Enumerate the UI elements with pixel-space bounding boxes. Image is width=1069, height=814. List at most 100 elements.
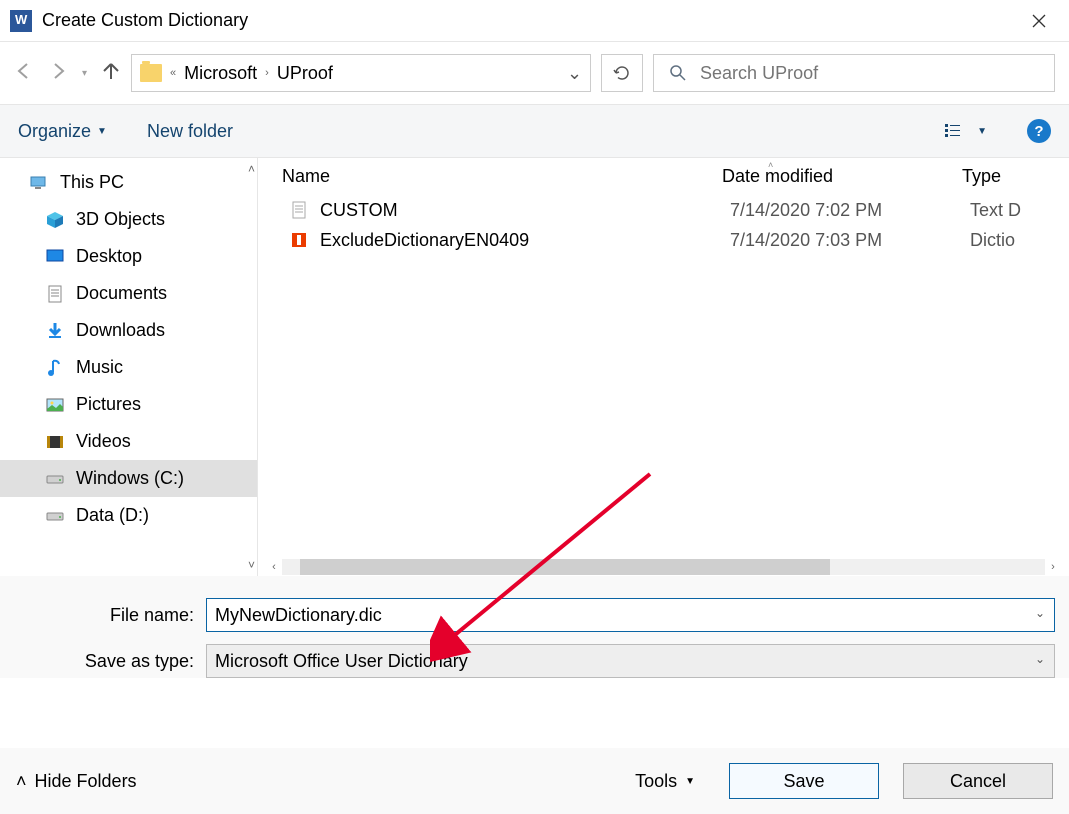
file-list[interactable]: ˄ Name Date modified Type CUSTOM7/14/202… <box>258 158 1069 576</box>
office-icon <box>288 229 310 251</box>
new-folder-button[interactable]: New folder <box>147 121 233 142</box>
text-icon <box>288 199 310 221</box>
save-button[interactable]: Save <box>729 763 879 799</box>
scroll-down-icon[interactable]: ˅ <box>248 558 255 572</box>
refresh-button[interactable] <box>601 54 643 92</box>
savetype-label: Save as type: <box>14 651 206 672</box>
chevron-down-icon[interactable]: ⌄ <box>1035 652 1045 666</box>
folder-icon <box>140 64 162 82</box>
cube-icon <box>44 210 66 230</box>
close-button[interactable] <box>1019 1 1059 41</box>
recent-dropdown[interactable]: ▾ <box>82 68 87 79</box>
drive-icon <box>44 506 66 526</box>
tree-item-videos[interactable]: Videos <box>0 423 257 460</box>
tree-item-label: Windows (C:) <box>76 468 184 489</box>
savetype-combo[interactable]: Microsoft Office User Dictionary <box>206 644 1055 678</box>
tools-label: Tools <box>635 771 677 792</box>
tree-item-label: Videos <box>76 431 131 452</box>
file-type: Dictio <box>970 230 1015 251</box>
pc-icon <box>28 173 50 193</box>
organize-menu[interactable]: Organize▼ <box>18 121 107 142</box>
scroll-up-icon[interactable]: ˄ <box>248 162 255 176</box>
save-form: File name: ⌄ Save as type: Microsoft Off… <box>0 576 1069 678</box>
tree-item-label: Data (D:) <box>76 505 149 526</box>
drive-icon <box>44 469 66 489</box>
file-name: ExcludeDictionaryEN0409 <box>320 230 730 251</box>
search-box[interactable] <box>653 54 1055 92</box>
sort-indicator-icon: ˄ <box>768 160 773 170</box>
chevron-down-icon: ▼ <box>977 126 987 137</box>
word-app-icon <box>10 10 32 32</box>
tree-item-documents[interactable]: Documents <box>0 275 257 312</box>
breadcrumb-parent[interactable]: Microsoft <box>184 63 257 84</box>
chevron-up-icon: ˄ <box>16 771 27 792</box>
hide-folders-button[interactable]: ˄ Hide Folders <box>16 771 137 792</box>
folder-tree[interactable]: ˄ This PC 3D Objects Desktop Documents Down… <box>0 158 258 576</box>
forward-button[interactable] <box>48 61 68 86</box>
filename-label: File name: <box>14 605 206 626</box>
file-name: CUSTOM <box>320 200 730 221</box>
breadcrumb[interactable]: « Microsoft › UProof ⌄ <box>131 54 591 92</box>
tree-item-3d-objects[interactable]: 3D Objects <box>0 201 257 238</box>
tree-item-data-d-[interactable]: Data (D:) <box>0 497 257 534</box>
chevron-left-icon: « <box>170 67 176 79</box>
titlebar: Create Custom Dictionary <box>0 0 1069 42</box>
column-name[interactable]: Name <box>282 166 722 187</box>
toolbar: Organize▼ New folder ▼ ? <box>0 104 1069 158</box>
scroll-left-icon[interactable]: ‹ <box>266 561 282 573</box>
video-icon <box>44 432 66 452</box>
breadcrumb-dropdown[interactable]: ⌄ <box>567 63 582 84</box>
refresh-icon <box>612 63 632 83</box>
chevron-down-icon: ▼ <box>685 776 695 787</box>
scroll-right-icon[interactable]: › <box>1045 561 1061 573</box>
view-options[interactable]: ▼ <box>943 121 987 141</box>
up-button[interactable] <box>101 61 121 86</box>
tree-item-desktop[interactable]: Desktop <box>0 238 257 275</box>
file-row[interactable]: ExcludeDictionaryEN04097/14/2020 7:03 PM… <box>258 225 1069 255</box>
tree-item-music[interactable]: Music <box>0 349 257 386</box>
column-type[interactable]: Type <box>962 166 1069 187</box>
doc-icon <box>44 284 66 304</box>
tree-this-pc[interactable]: This PC <box>0 164 257 201</box>
chevron-down-icon: ▼ <box>97 126 107 137</box>
tools-menu[interactable]: Tools ▼ <box>635 771 695 792</box>
download-icon <box>44 321 66 341</box>
tree-label: This PC <box>60 172 124 193</box>
music-icon <box>44 358 66 378</box>
tree-item-label: 3D Objects <box>76 209 165 230</box>
close-icon <box>1031 13 1047 29</box>
file-type: Text D <box>970 200 1021 221</box>
picture-icon <box>44 395 66 415</box>
file-row[interactable]: CUSTOM7/14/2020 7:02 PMText D <box>258 195 1069 225</box>
tree-item-downloads[interactable]: Downloads <box>0 312 257 349</box>
tree-item-label: Documents <box>76 283 167 304</box>
window-title: Create Custom Dictionary <box>42 10 248 31</box>
cancel-button[interactable]: Cancel <box>903 763 1053 799</box>
tree-item-pictures[interactable]: Pictures <box>0 386 257 423</box>
address-bar: ▾ « Microsoft › UProof ⌄ <box>0 42 1069 104</box>
horizontal-scrollbar[interactable]: ‹ › <box>266 558 1061 576</box>
column-headers[interactable]: Name Date modified Type <box>258 158 1069 195</box>
chevron-down-icon[interactable]: ⌄ <box>1035 606 1045 620</box>
scrollbar-thumb[interactable] <box>300 559 830 575</box>
tree-item-label: Desktop <box>76 246 142 267</box>
search-input[interactable] <box>700 63 1040 84</box>
back-button[interactable] <box>14 61 34 86</box>
tree-item-windows-c-[interactable]: Windows (C:) <box>0 460 257 497</box>
search-icon <box>668 63 688 83</box>
column-date[interactable]: Date modified <box>722 166 962 187</box>
main-area: ˄ This PC 3D Objects Desktop Documents Down… <box>0 158 1069 576</box>
breadcrumb-current[interactable]: UProof <box>277 63 333 84</box>
savetype-value: Microsoft Office User Dictionary <box>215 651 468 672</box>
hide-folders-label: Hide Folders <box>35 771 137 792</box>
tree-item-label: Music <box>76 357 123 378</box>
help-button[interactable]: ? <box>1027 119 1051 143</box>
chevron-right-icon: › <box>265 67 269 79</box>
view-icon <box>943 121 963 141</box>
desktop-icon <box>44 247 66 267</box>
file-date: 7/14/2020 7:03 PM <box>730 230 970 251</box>
tree-item-label: Downloads <box>76 320 165 341</box>
filename-input[interactable] <box>206 598 1055 632</box>
footer: ˄ Hide Folders Tools ▼ Save Cancel <box>0 748 1069 814</box>
tree-item-label: Pictures <box>76 394 141 415</box>
